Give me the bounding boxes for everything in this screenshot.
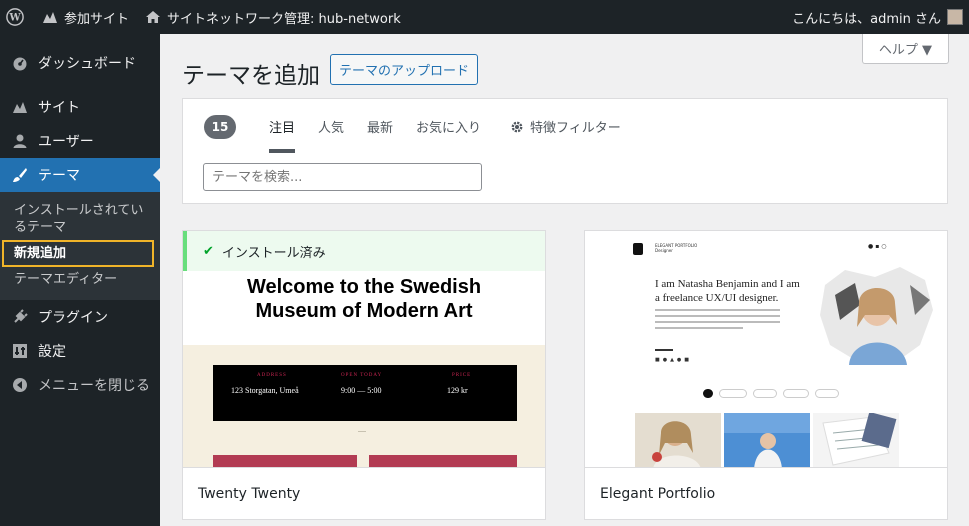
checkmark-icon: ✔ (203, 243, 214, 259)
preview-photo (813, 413, 899, 469)
main-content: ヘルプ ▼ テーマを追加 テーマのアップロード 15 注目 人気 最新 お気に入… (160, 34, 969, 526)
preview-nav: ELEGANT PORTFOLIO Designer (655, 243, 697, 253)
filter-pill (753, 389, 777, 398)
menu-sites[interactable]: サイト (0, 90, 160, 124)
preview-title: I am Natasha Benjamin and I am a freelan… (655, 278, 800, 304)
menu-label: プラグイン (38, 310, 108, 326)
theme-filter-bar: 15 注目 人気 最新 お気に入り 特徴フィルター (182, 98, 948, 204)
submenu-theme-editor[interactable]: テーマエディター (0, 267, 160, 292)
preview-photo (635, 413, 721, 469)
greeting: こんにちは、admin さん (792, 11, 941, 27)
preview-text-lines (655, 309, 780, 333)
preview-col-value: 123 Storgatan, Umeå (231, 386, 299, 395)
feature-filter-label: 特徴フィルター (530, 121, 621, 136)
menu-settings[interactable]: 設定 (0, 334, 160, 368)
preview-category-filters (703, 389, 839, 398)
menu-label: サイト (38, 100, 80, 116)
settings-icon (10, 343, 30, 359)
installed-notice: ✔ インストール済み (183, 231, 545, 271)
preview-heading-line1: Welcome to the Swedish (246, 276, 482, 298)
filter-pill (719, 389, 747, 398)
text-line (655, 327, 743, 329)
preview-heading-line2: Museum of Modern Art (255, 300, 473, 322)
gear-icon (510, 120, 524, 134)
preview-share-icons: ■●▲●■ (655, 357, 693, 363)
preview-portrait-image (820, 267, 933, 365)
tab-latest[interactable]: 最新 (367, 117, 393, 136)
gauge-icon (10, 55, 30, 71)
menu-label: 設定 (38, 344, 66, 360)
text-line (655, 315, 780, 317)
menu-themes[interactable]: テーマ (0, 158, 160, 192)
preview-col-value: 9:00 — 5:00 (341, 386, 382, 395)
theme-name: Twenty Twenty (183, 467, 545, 519)
preview-col-price: PRICE 129 kr (447, 373, 471, 395)
account-menu[interactable]: こんにちは、admin さん (784, 0, 969, 34)
theme-card-twenty-twenty[interactable]: ✔ インストール済み Welcome to the Swedish Museum… (182, 230, 546, 520)
theme-search-input[interactable] (203, 163, 482, 191)
submenu-installed-themes[interactable]: インストールされているテーマ (0, 198, 160, 240)
preview-col-hours: OPEN TODAY 9:00 — 5:00 (341, 373, 382, 395)
feature-filter-button[interactable]: 特徴フィルター (510, 117, 621, 136)
preview-col-label: OPEN TODAY (341, 373, 383, 378)
filter-pill (783, 389, 809, 398)
plugin-icon (10, 309, 30, 325)
network-name: サイトネットワーク管理: hub-network (167, 11, 401, 27)
submenu-add-new[interactable]: 新規追加 (2, 240, 154, 267)
preview-social-icons: ●▪○ (868, 243, 889, 250)
menu-label: ダッシュボード (38, 56, 136, 72)
collapse-icon (10, 377, 30, 393)
tab-favorites[interactable]: お気に入り (416, 117, 481, 136)
preview-col-label: PRICE (452, 373, 472, 378)
my-sites-link[interactable]: 参加サイト (34, 0, 137, 34)
filter-pill (703, 389, 713, 398)
preview-info-box: ADDRESS 123 Storgatan, Umeå OPEN TODAY 9… (213, 365, 517, 421)
themes-submenu: インストールされているテーマ 新規追加 テーマエディター (0, 192, 160, 300)
menu-users[interactable]: ユーザー (0, 124, 160, 158)
preview-col-label: ADDRESS (257, 373, 287, 378)
admin-bar: W 参加サイト サイトネットワーク管理: hub-network こんにちは、a… (0, 0, 969, 34)
wordpress-logo-icon[interactable]: W (0, 0, 34, 34)
theme-card-elegant-portfolio[interactable]: ELEGANT PORTFOLIO Designer ●▪○ I am Nata… (584, 230, 948, 520)
user-icon (10, 133, 30, 149)
home-icon (145, 10, 161, 24)
theme-count-badge: 15 (204, 115, 236, 139)
preview-separator (358, 431, 366, 432)
tab-featured[interactable]: 注目 (269, 117, 295, 136)
menu-plugins[interactable]: プラグイン (0, 300, 160, 334)
preview-col-value: 129 kr (447, 386, 468, 395)
avatar (947, 9, 963, 25)
preview-divider (655, 349, 673, 351)
menu-dashboard[interactable]: ダッシュボード (0, 46, 160, 80)
page-title: テーマを追加 (182, 63, 320, 89)
preview-logo-icon (633, 243, 643, 255)
filter-pill (815, 389, 839, 398)
brush-icon (10, 167, 30, 183)
preview-col-address: ADDRESS 123 Storgatan, Umeå (231, 373, 299, 395)
menu-label: テーマ (38, 168, 80, 184)
tab-popular[interactable]: 人気 (318, 117, 344, 136)
sites-icon (10, 100, 30, 114)
preview-photo-grid (635, 413, 899, 469)
text-line (655, 321, 780, 323)
sites-icon (42, 10, 58, 24)
menu-label: メニューを閉じる (38, 378, 150, 394)
theme-screenshot-body: ADDRESS 123 Storgatan, Umeå OPEN TODAY 9… (183, 345, 545, 469)
site-name: 参加サイト (64, 11, 130, 27)
network-admin-link[interactable]: サイトネットワーク管理: hub-network (137, 0, 409, 34)
menu-collapse[interactable]: メニューを閉じる (0, 368, 160, 402)
text-line (655, 309, 780, 311)
active-tab-indicator (269, 149, 295, 153)
preview-photo (724, 413, 810, 469)
upload-theme-button[interactable]: テーマのアップロード (330, 54, 479, 85)
admin-sidebar: ダッシュボード サイト ユーザー テーマ インストールされているテーマ 新規追加… (0, 34, 160, 526)
theme-name: Elegant Portfolio (585, 467, 947, 519)
svg-text:W: W (8, 13, 21, 24)
help-button[interactable]: ヘルプ ▼ (862, 34, 949, 64)
preview-nav-line: Designer (655, 248, 673, 253)
installed-label: インストール済み (221, 245, 326, 261)
preview-heading: Welcome to the Swedish Museum of Modern … (183, 275, 545, 323)
menu-label: ユーザー (38, 134, 94, 150)
theme-screenshot: ELEGANT PORTFOLIO Designer ●▪○ I am Nata… (585, 231, 947, 469)
